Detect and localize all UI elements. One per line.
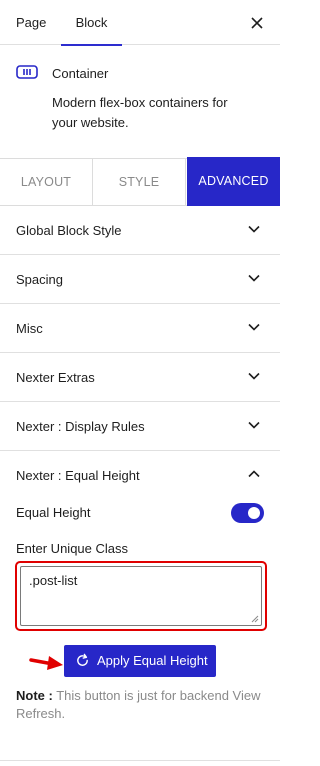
chevron-down-icon: [248, 274, 260, 282]
equal-height-label: Equal Height: [16, 505, 91, 520]
chevron-down-icon: [248, 372, 260, 380]
arrow-right-icon: [29, 656, 63, 670]
block-description: Modern flex-box containers for your webs…: [52, 95, 228, 130]
panel-title: Spacing: [16, 272, 63, 287]
panel-title: Nexter Extras: [16, 370, 95, 385]
container-icon: [16, 65, 38, 79]
toggle-knob: [248, 507, 260, 519]
tab-advanced[interactable]: ADVANCED: [187, 157, 280, 206]
sidebar-header: Page Block: [0, 0, 280, 46]
tab-page[interactable]: Page: [16, 0, 46, 45]
panel-global-block-style[interactable]: Global Block Style: [0, 206, 280, 255]
equal-height-toggle[interactable]: [231, 503, 264, 523]
chevron-down-icon: [248, 421, 260, 429]
apply-button-label: Apply Equal Height: [97, 653, 208, 668]
note-body: This button is just for backend View Ref…: [16, 688, 261, 721]
unique-class-label: Enter Unique Class: [16, 541, 128, 556]
tab-block[interactable]: Block: [61, 0, 122, 46]
note-text: Note : This button is just for backend V…: [16, 687, 268, 723]
panel-title: Global Block Style: [16, 223, 122, 238]
unique-class-highlight: .post-list: [15, 561, 267, 631]
chevron-up-icon[interactable]: [248, 470, 260, 478]
chevron-down-icon: [248, 225, 260, 233]
resize-grip-icon[interactable]: [250, 614, 259, 623]
block-name: Container: [52, 66, 109, 81]
panel-spacing[interactable]: Spacing: [0, 255, 280, 304]
chevron-down-icon: [248, 323, 260, 331]
panel-title[interactable]: Nexter : Equal Height: [16, 451, 140, 500]
unique-class-value: .post-list: [29, 573, 78, 588]
tab-style[interactable]: STYLE: [93, 159, 186, 205]
note-label: Note :: [16, 688, 53, 703]
apply-equal-height-button[interactable]: Apply Equal Height: [64, 645, 216, 677]
panel-nexter-extras[interactable]: Nexter Extras: [0, 353, 280, 402]
tab-layout[interactable]: LAYOUT: [0, 159, 93, 205]
style-tabs: LAYOUT STYLE ADVANCED: [0, 157, 280, 206]
panel-nexter-equal-height: Nexter : Equal Height Equal Height Enter…: [0, 451, 280, 761]
panel-title: Nexter : Display Rules: [16, 419, 145, 434]
unique-class-input[interactable]: .post-list: [20, 566, 262, 626]
panel-title: Misc: [16, 321, 43, 336]
panel-misc[interactable]: Misc: [0, 304, 280, 353]
panel-nexter-display-rules[interactable]: Nexter : Display Rules: [0, 402, 280, 451]
refresh-icon: [77, 653, 88, 666]
close-icon[interactable]: [248, 14, 266, 32]
